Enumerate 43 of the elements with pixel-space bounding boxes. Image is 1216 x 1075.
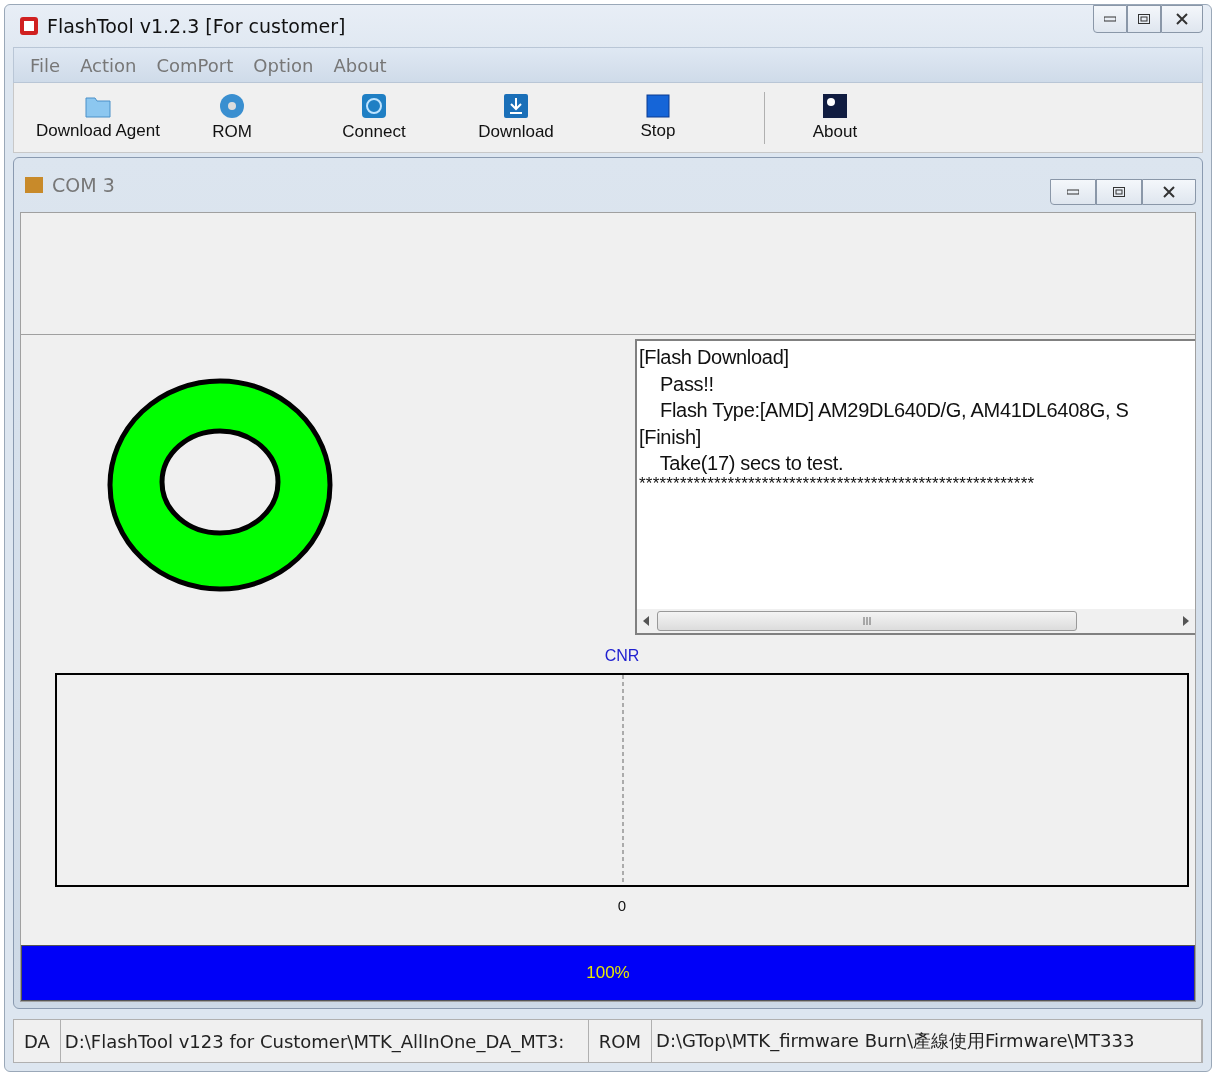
minimize-icon bbox=[1104, 16, 1116, 22]
status-label: ROM bbox=[588, 1020, 653, 1062]
status-label: DA bbox=[14, 1020, 61, 1062]
maximize-button[interactable] bbox=[1096, 179, 1142, 205]
log-line: Flash Type:[AMD] AM29DL640D/G, AM41DL6408G, S bbox=[659, 398, 1130, 423]
status-path: D:\FlashTool v123 for Customer\MTK_AllInOne_DA_MT3: bbox=[60, 1020, 589, 1062]
log-line: ********************************************************** bbox=[639, 476, 1036, 491]
close-icon bbox=[1176, 13, 1188, 25]
chart-title: CNR bbox=[604, 647, 640, 665]
child-window-title: COM 3 bbox=[52, 174, 115, 196]
log-line: Take(17) secs to test. bbox=[658, 451, 845, 476]
scroll-thumb[interactable] bbox=[657, 611, 1077, 631]
toolbar-button[interactable]: Download Agent bbox=[20, 86, 176, 149]
window-title: FlashTool v1.2.3 [For customer] bbox=[47, 15, 346, 37]
right-arrow-icon bbox=[1183, 616, 1189, 626]
left-arrow-icon bbox=[643, 616, 649, 626]
maximize-icon bbox=[1138, 14, 1150, 24]
download-icon bbox=[503, 93, 529, 119]
toolbar-button[interactable]: About bbox=[785, 86, 885, 149]
app-icon bbox=[19, 16, 39, 36]
stop-icon bbox=[646, 94, 670, 118]
axis-tick-label: 0 bbox=[617, 897, 627, 914]
log-line: [Finish] bbox=[639, 424, 703, 450]
port-icon bbox=[24, 176, 44, 194]
connect-icon bbox=[361, 93, 387, 119]
minimize-icon bbox=[1067, 189, 1079, 195]
toolbar-button[interactable]: Stop bbox=[572, 86, 744, 149]
log-line: [Flash Download] bbox=[639, 345, 790, 370]
logo-icon bbox=[822, 93, 848, 119]
maximize-icon bbox=[1113, 187, 1125, 197]
close-icon bbox=[1163, 186, 1175, 198]
status-path: D:\GTop\MTK_firmware Burn\產線使用Firmware\MT333 bbox=[652, 1020, 1202, 1062]
toolbar-button[interactable]: Download bbox=[460, 86, 572, 149]
disc-icon bbox=[219, 93, 245, 119]
progress-reading: 100% bbox=[586, 963, 630, 983]
folder-icon bbox=[85, 94, 111, 118]
close-button[interactable] bbox=[1142, 179, 1196, 205]
toolbar-button[interactable]: Connect bbox=[288, 86, 460, 149]
close-button[interactable] bbox=[1161, 5, 1203, 33]
log-line: Pass!! bbox=[659, 371, 715, 397]
horizontal-scrollbar[interactable] bbox=[637, 609, 1195, 633]
maximize-button[interactable] bbox=[1127, 5, 1161, 33]
toolbar-button[interactable]: ROM bbox=[176, 86, 288, 149]
